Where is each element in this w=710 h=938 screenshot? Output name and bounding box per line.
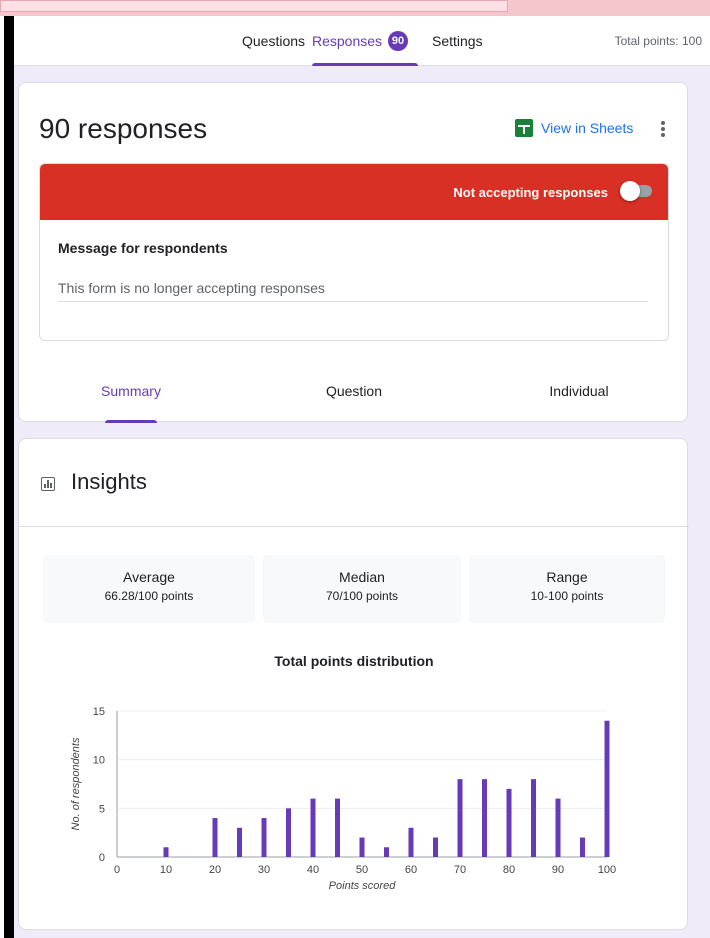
top-strip (0, 0, 710, 16)
stat-average: Average 66.28/100 points (43, 555, 255, 623)
responses-count-badge: 90 (388, 31, 409, 51)
histogram-bar (286, 808, 291, 857)
insights-title: Insights (71, 469, 147, 494)
tab-summary[interactable]: Summary (101, 383, 161, 423)
insights-chart-icon (41, 477, 55, 491)
tab-individual[interactable]: Individual (539, 383, 619, 423)
not-accepting-banner: Not accepting responses (40, 164, 668, 220)
stat-median: Median 70/100 points (263, 555, 461, 623)
chart-title: Total points distribution (274, 653, 434, 669)
y-tick-label: 0 (99, 852, 105, 864)
x-tick-label: 60 (405, 864, 417, 876)
histogram-bar (212, 818, 218, 857)
view-in-sheets-button[interactable]: View in Sheets (515, 119, 633, 137)
tab-questions[interactable]: Questions (242, 16, 305, 66)
stat-range-label: Range (546, 569, 588, 585)
tab-settings[interactable]: Settings (432, 16, 483, 66)
tab-questions-label: Questions (242, 33, 306, 49)
tab-summary-label: Summary (101, 383, 161, 399)
not-accepting-label: Not accepting responses (453, 184, 608, 200)
message-label: Message for respondents (58, 240, 228, 256)
form-header: Questions Responses 90 Settings Total po… (14, 16, 710, 66)
histogram-bar (408, 827, 414, 857)
insights-header: Insights (19, 439, 689, 527)
tab-responses[interactable]: Responses 90 (312, 16, 419, 66)
stat-range-value: 10-100 points (530, 589, 604, 603)
histogram-bar (457, 779, 463, 857)
left-edge (0, 16, 14, 938)
stat-average-label: Average (123, 569, 175, 585)
y-tick-label: 15 (93, 706, 105, 718)
total-points: Total points: 100 (614, 34, 702, 48)
x-tick-label: 0 (114, 864, 120, 876)
responses-title: 90 responses (39, 113, 208, 144)
y-tick-label: 5 (99, 803, 105, 815)
stat-median-value: 70/100 points (325, 589, 399, 603)
accepting-responses-toggle[interactable] (620, 181, 654, 201)
y-axis-label: No. of respondents (70, 737, 82, 830)
x-tick-label: 50 (356, 864, 368, 876)
histogram-bar (359, 837, 365, 857)
x-tick-label: 80 (503, 864, 515, 876)
histogram-bar (531, 779, 536, 857)
histogram-bar (384, 847, 389, 857)
histogram-bar (237, 827, 242, 857)
points-distribution-chart: 0 5 10 15 0 10 20 30 40 50 60 70 80 90 100 Points scor… (70, 706, 616, 892)
more-options-icon[interactable] (655, 119, 671, 139)
histogram-bar (261, 818, 267, 857)
histogram-bar (433, 837, 438, 857)
page: Questions Responses 90 Settings Total po… (14, 16, 710, 938)
histogram-bar (506, 788, 512, 857)
tab-individual-label: Individual (549, 383, 609, 399)
tab-settings-label: Settings (432, 33, 483, 49)
x-tick-label: 10 (160, 864, 172, 876)
closed-form-box: Not accepting responses Message for resp… (39, 163, 669, 341)
x-tick-label: 40 (307, 864, 319, 876)
histogram-bar (163, 847, 169, 857)
histogram-bar (604, 720, 610, 857)
x-tick-label: 70 (454, 864, 466, 876)
insights-card: Insights Average 66.28/100 points Median… (18, 438, 689, 930)
tab-responses-label: Responses (312, 33, 383, 49)
summary-tab-indicator (105, 420, 157, 423)
view-in-sheets-label: View in Sheets (541, 120, 634, 136)
stat-average-value: 66.28/100 points (104, 589, 194, 603)
stat-median-label: Median (339, 569, 385, 585)
x-tick-label: 20 (209, 864, 221, 876)
tab-question[interactable]: Question (319, 383, 389, 423)
x-tick-label: 100 (598, 864, 616, 876)
histogram-bar (335, 798, 340, 857)
stat-range: Range 10-100 points (469, 555, 665, 623)
sheets-icon (515, 119, 533, 137)
x-tick-label: 90 (552, 864, 564, 876)
histogram-bar (555, 798, 561, 857)
x-tick-label: 30 (258, 864, 270, 876)
y-tick-label: 10 (93, 755, 105, 767)
active-tab-indicator (312, 63, 419, 66)
top-strip-box (0, 0, 508, 12)
message-input[interactable] (58, 274, 648, 302)
tab-question-label: Question (325, 383, 383, 399)
responses-card: 90 responses View in Sheets Not acceptin… (18, 82, 688, 423)
histogram-bar (482, 779, 487, 857)
histogram-bar (580, 837, 585, 857)
histogram-bar (310, 798, 316, 857)
x-axis-label: Points scored (329, 880, 397, 892)
